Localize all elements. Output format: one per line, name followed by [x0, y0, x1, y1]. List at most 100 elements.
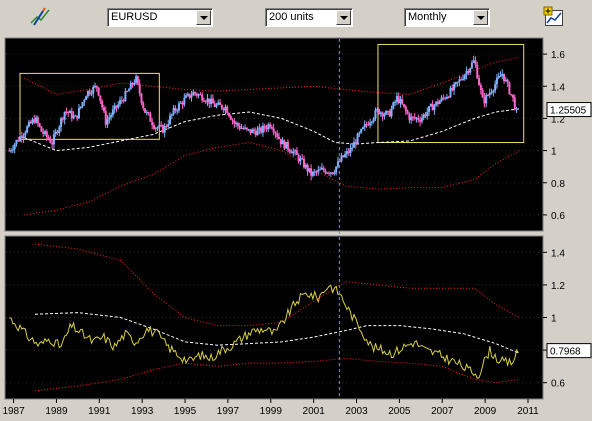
candle [508, 81, 511, 95]
candle [356, 132, 359, 145]
candle-body [461, 79, 464, 81]
x-tick-label: 1999 [260, 406, 283, 417]
candle-body [403, 104, 406, 107]
candle-body [227, 113, 230, 117]
candle-body [176, 110, 179, 112]
candle-body [81, 102, 84, 107]
candle-body [420, 118, 423, 122]
chart-area[interactable]: 0.60.811.21.41.61.255050.60.811.21.40.79… [0, 0, 592, 421]
candle-body [151, 121, 154, 126]
candle-body [495, 77, 498, 85]
candle-body [186, 93, 189, 96]
candle-body [185, 95, 188, 98]
candle-body [326, 172, 329, 174]
candle-body [367, 124, 370, 126]
last-value-label: 1.25505 [550, 106, 587, 117]
candle-body [40, 126, 43, 132]
candle-body [115, 105, 118, 108]
candle-body [422, 114, 425, 119]
candle-body [388, 111, 391, 117]
candle-body [38, 123, 41, 127]
candle-body [195, 93, 198, 96]
candle-body [240, 128, 243, 130]
x-tick-label: 1987 [2, 406, 25, 417]
candle-body [201, 94, 204, 101]
candle [161, 124, 164, 134]
candle [97, 87, 100, 97]
candle-body [347, 151, 350, 154]
candle-body [292, 151, 295, 154]
candle-body [138, 83, 141, 94]
candle-body [263, 125, 266, 129]
candle-body [208, 98, 211, 104]
candle-body [283, 140, 286, 149]
candle-body [510, 93, 513, 95]
candle-body [63, 111, 66, 120]
candle-body [217, 102, 220, 105]
candle-body [256, 129, 259, 136]
candle-body [51, 142, 54, 145]
candle-body [453, 84, 456, 91]
candle-body [244, 127, 247, 129]
candle-body [428, 106, 431, 112]
candle-body [511, 94, 514, 98]
candle-body [335, 166, 338, 173]
candle-body [226, 106, 229, 114]
candle [144, 108, 147, 114]
candle-body [126, 91, 129, 93]
candle [283, 139, 286, 150]
y-tick-label: 1.4 [551, 248, 565, 259]
candle-body [290, 151, 293, 154]
candle-body [467, 71, 470, 73]
candle-body [374, 110, 377, 119]
candle-body [92, 86, 95, 94]
candle-body [181, 102, 184, 105]
candle-body [24, 132, 27, 136]
candle-body [319, 169, 322, 171]
candle-body [22, 135, 25, 139]
x-tick-label: 2011 [517, 406, 539, 417]
candle-body [67, 111, 70, 114]
candle-body [69, 110, 72, 114]
candle-body [13, 144, 16, 150]
candle-body [513, 97, 516, 110]
candle-body [392, 102, 395, 109]
candle-body [431, 104, 434, 111]
y-tick-label: 1 [551, 314, 557, 325]
candle-body [299, 158, 302, 162]
candle-body [301, 158, 304, 160]
candle-body [390, 108, 393, 117]
candle-body [260, 127, 263, 133]
candle-body [308, 168, 311, 172]
x-tick-label: 2005 [388, 406, 411, 417]
candle-body [372, 118, 375, 122]
candle-body [481, 89, 484, 98]
candle-body [474, 60, 477, 65]
candle-body [242, 128, 245, 130]
candle-body [269, 124, 272, 128]
candle-body [169, 115, 172, 125]
candle-body [345, 151, 348, 155]
candle-body [488, 92, 491, 96]
candle-body [490, 92, 493, 94]
candle-body [247, 129, 250, 131]
x-tick-label: 1997 [217, 406, 240, 417]
candle-body [204, 101, 207, 103]
candle-body [297, 154, 300, 162]
candle-body [365, 124, 368, 126]
candle-body [274, 132, 277, 134]
candle-body [36, 117, 39, 124]
candle-body [442, 97, 445, 99]
candle-body [376, 109, 379, 111]
candle-body [172, 107, 175, 115]
candle-body [144, 108, 147, 113]
candle-body [497, 76, 500, 78]
candle-body [61, 118, 64, 120]
candle-body [469, 68, 472, 73]
candle-body [342, 155, 345, 158]
candle-body [378, 109, 381, 114]
candle-body [313, 171, 316, 173]
candle-body [322, 167, 325, 171]
candle-body [499, 75, 502, 77]
candle-body [397, 96, 400, 104]
